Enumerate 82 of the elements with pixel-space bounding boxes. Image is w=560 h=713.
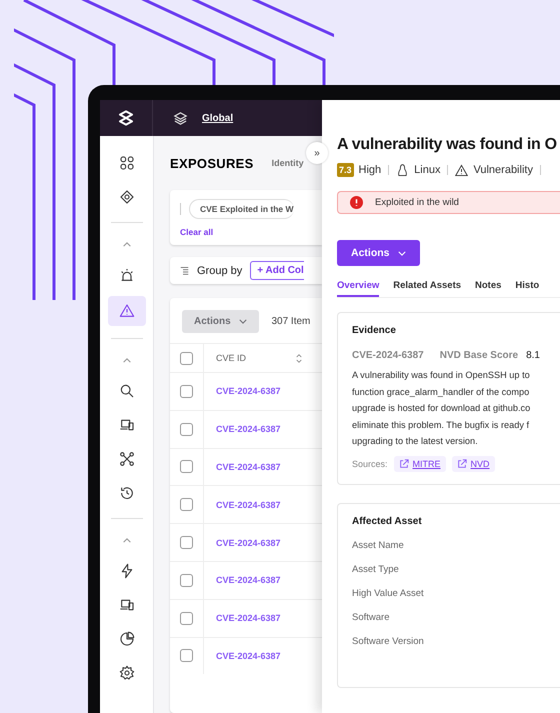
checkbox[interactable] — [180, 460, 193, 474]
checkbox[interactable] — [180, 612, 193, 625]
clear-all-link[interactable]: Clear all — [180, 227, 322, 237]
source-link[interactable]: NVD — [452, 456, 495, 472]
tab[interactable]: Overview — [337, 280, 380, 297]
checkbox[interactable] — [180, 498, 193, 512]
tab-label[interactable]: Identity — [272, 158, 304, 168]
cve-link[interactable]: CVE-2024-6387 — [216, 613, 281, 624]
checkbox[interactable] — [180, 352, 193, 364]
warning-icon — [118, 303, 134, 319]
error-icon — [350, 196, 363, 209]
grid-icon — [118, 155, 134, 171]
tab[interactable]: Notes — [475, 280, 502, 297]
checkbox[interactable] — [180, 649, 193, 662]
section-title: Evidence — [352, 325, 397, 336]
description-line: upgrading to the latest version. — [352, 435, 479, 448]
cve-link[interactable]: CVE-2024-6387 — [216, 500, 281, 510]
group-by-label: Group by — [197, 264, 242, 276]
section-title: Affected Asset — [352, 516, 423, 527]
cve-link[interactable]: CVE-2024-6387 — [216, 462, 281, 472]
devices-icon — [118, 417, 134, 433]
alarm-icon — [118, 267, 134, 283]
column-header[interactable]: CVE ID — [216, 353, 296, 363]
page-title: EXPOSURES — [170, 156, 254, 170]
network-icon — [118, 451, 134, 467]
field-label: Software — [352, 612, 390, 623]
list-icon — [180, 266, 189, 275]
field-label: Software Version — [352, 636, 425, 647]
tab[interactable]: Related Assets — [393, 280, 462, 297]
checkbox[interactable] — [180, 384, 193, 398]
description-line: eliminate this problem. The bugfix is ready f — [352, 418, 530, 432]
field-label: Asset Name — [352, 540, 405, 551]
checkbox[interactable] — [180, 574, 193, 587]
devices-icon — [118, 597, 134, 613]
penguin-icon — [396, 164, 410, 176]
warning-icon — [455, 164, 468, 176]
collapse-button[interactable]: » — [306, 142, 328, 164]
alert-text: Exploited in the wild — [375, 197, 459, 208]
search-icon — [118, 383, 134, 399]
cve-link[interactable]: CVE-2024-6387 — [216, 386, 281, 396]
cve-link[interactable]: CVE-2024-6387 — [216, 424, 281, 434]
cve-id: CVE-2024-6387 — [352, 350, 424, 361]
external-link-icon — [398, 458, 409, 469]
pie-chart-icon — [118, 631, 134, 647]
sort-icon[interactable] — [296, 354, 302, 362]
checkbox[interactable] — [180, 536, 193, 550]
external-link-icon — [456, 458, 467, 469]
sources-label: Sources: — [352, 458, 388, 469]
sidebar-item[interactable] — [108, 296, 146, 326]
add-column-button[interactable]: + Add Col — [250, 261, 304, 280]
scope-link[interactable]: Global — [202, 112, 234, 124]
chevron-icon[interactable] — [122, 357, 132, 364]
settings-icon — [118, 665, 134, 681]
source-link[interactable]: MITRE — [394, 456, 446, 472]
chevron-icon[interactable] — [122, 537, 132, 544]
cve-link[interactable]: CVE-2024-6387 — [216, 575, 281, 586]
actions-button[interactable]: Actions — [337, 240, 420, 266]
description-line: function grace_alarm_handler of the compo — [352, 386, 530, 399]
severity-label: High — [358, 164, 382, 176]
caret-icon — [398, 250, 406, 256]
caret-icon — [239, 318, 248, 324]
history-icon — [118, 485, 134, 501]
field-label: Asset Type — [352, 564, 400, 575]
meta-label: Vulnerability — [473, 164, 533, 176]
description-line: upgrade is hosted for download at github.co — [352, 402, 532, 416]
checkbox[interactable] — [180, 422, 193, 436]
item-count: 307 Item — [271, 316, 310, 327]
diamond-icon — [118, 189, 134, 205]
vulnerability-title: A vulnerability was found in O — [337, 136, 558, 154]
logo-icon[interactable] — [118, 110, 134, 126]
score-value: 8.1 — [526, 350, 540, 361]
tab[interactable]: Histo — [515, 280, 540, 297]
meta-label: Linux — [414, 164, 440, 176]
score-label: NVD Base Score — [440, 350, 518, 361]
cve-link[interactable]: CVE-2024-6387 — [216, 650, 281, 661]
cve-link[interactable]: CVE-2024-6387 — [216, 538, 281, 548]
filter-chip[interactable]: CVE Exploited in the W — [189, 199, 294, 219]
field-label: High Value Asset — [352, 588, 425, 599]
chevron-icon[interactable] — [122, 241, 132, 248]
layers-icon — [173, 110, 188, 126]
score-badge: 7.3 — [337, 163, 354, 177]
description-line: A vulnerability was found in OpenSSH up to — [352, 369, 531, 382]
